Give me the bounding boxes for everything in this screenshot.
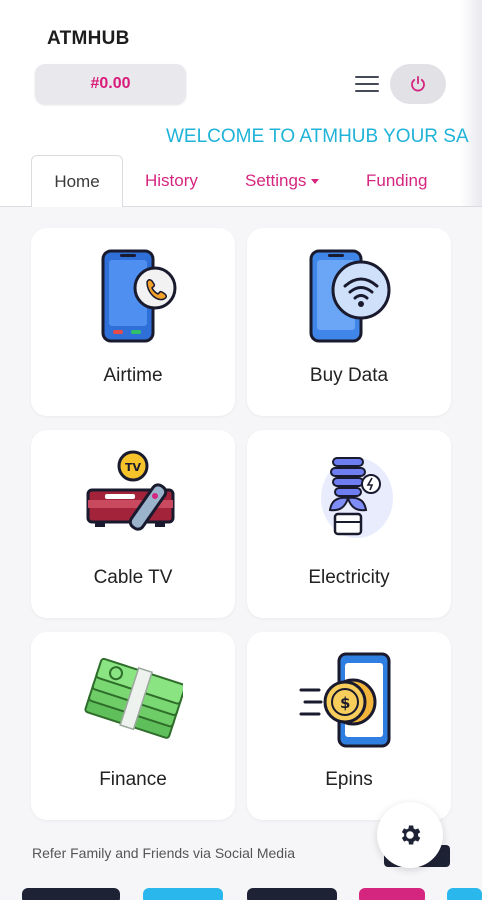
service-label: Buy Data [309,365,389,386]
lightbulb-icon [321,457,393,538]
service-card-electricity[interactable]: Electricity [247,430,451,618]
tab-history[interactable]: History [145,155,198,207]
cash-stack-icon [84,657,183,739]
tab-funding[interactable]: Funding [366,155,427,207]
service-label: Electricity [308,567,390,588]
phone-wifi-icon [309,249,391,343]
pinterest-share-button[interactable] [359,888,425,900]
svg-text:$: $ [340,694,350,712]
facebook-share-button[interactable] [22,888,120,900]
chevron-down-icon [311,178,320,184]
hamburger-menu-icon[interactable] [355,76,379,94]
service-card-buy-data[interactable]: Buy Data [247,228,451,416]
phone-coin-icon: $ [299,652,391,748]
welcome-marquee: WELCOME TO ATMHUB YOUR SA [166,126,469,147]
power-icon [411,75,425,92]
refer-text: Refer Family and Friends via Social Medi… [32,845,295,861]
logout-button[interactable] [390,64,446,104]
tab-settings[interactable]: Settings [245,155,320,207]
svg-text:TV: TV [125,461,142,474]
nav-tabs: Home History Settings Funding [0,155,482,208]
tab-home[interactable]: Home [31,155,123,208]
service-card-cable-tv[interactable]: TV Cable TV [31,430,235,618]
wallet-balance[interactable]: #0.00 [35,64,186,104]
service-card-epins[interactable]: $ Epins [247,632,451,820]
gear-icon [401,825,421,845]
linkedin-share-button[interactable] [247,888,337,900]
service-card-finance[interactable]: Finance [31,632,235,820]
service-label: Airtime [103,365,163,386]
settings-fab[interactable] [377,802,443,868]
service-label: Finance [99,769,167,790]
service-card-airtime[interactable]: Airtime [31,228,235,416]
service-label: Cable TV [93,567,173,588]
social-share-button[interactable] [447,888,482,900]
tv-decoder-icon: TV [86,450,175,531]
service-label: Epins [325,769,373,790]
app-brand: ATMHUB [47,28,130,49]
balance-value: #0.00 [90,75,131,92]
phone-call-icon [101,249,177,343]
twitter-share-button[interactable] [143,888,223,900]
